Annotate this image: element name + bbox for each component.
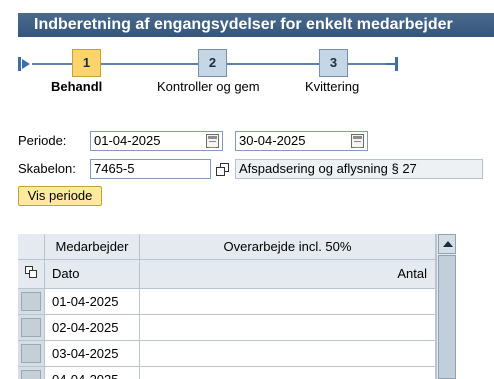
value-help-icon[interactable] xyxy=(216,163,230,177)
roadmap-step-2[interactable]: 2 xyxy=(198,49,227,77)
header-antal: Antal xyxy=(140,260,436,289)
table-row-antal-input[interactable] xyxy=(140,367,436,379)
roadmap-step-1[interactable]: 1 xyxy=(72,49,101,77)
roadmap-start-icon xyxy=(18,57,30,71)
header-medarbejder: Medarbejder xyxy=(45,234,140,260)
periode-from-value: 01-04-2025 xyxy=(94,133,161,148)
table-settings-icon[interactable] xyxy=(25,266,39,280)
periode-to-field[interactable]: 30-04-2025 xyxy=(235,131,368,151)
roadmap-connector xyxy=(227,63,319,65)
periode-from-field[interactable]: 01-04-2025 xyxy=(90,131,223,151)
table-row-dato: 01-04-2025 xyxy=(45,289,140,315)
skabelon-label: Skabelon: xyxy=(18,161,76,176)
header-corner xyxy=(18,234,45,260)
roadmap-connector xyxy=(32,63,72,65)
table-row-dato: 04-04-2025 xyxy=(45,367,140,379)
roadmap-label-behandl: Behandl xyxy=(51,79,103,94)
header-overarbejde: Overarbejde incl. 50% xyxy=(140,234,436,260)
skabelon-field[interactable]: 7465-5 xyxy=(90,159,211,179)
table-row-antal-input[interactable] xyxy=(140,315,436,341)
roadmap-label-kontroller: Kontroller og gem xyxy=(157,79,260,94)
calendar-icon[interactable] xyxy=(351,134,364,148)
roadmap: 1 2 3 Behandl Kontroller og gem Kvitteri… xyxy=(18,42,494,102)
row-selector[interactable] xyxy=(18,341,45,367)
calendar-icon[interactable] xyxy=(206,134,219,148)
skabelon-description-field: Afspadsering og aflysning § 27 xyxy=(235,159,483,179)
periode-label: Periode: xyxy=(18,133,67,148)
scrollbar-thumb[interactable] xyxy=(438,255,456,379)
roadmap-end-icon xyxy=(386,57,398,71)
roadmap-connector xyxy=(348,63,388,65)
roadmap-connector xyxy=(101,63,198,65)
table-scrollbar[interactable] xyxy=(436,234,456,379)
scroll-up-icon[interactable] xyxy=(438,234,456,254)
row-selector[interactable] xyxy=(18,367,45,379)
header-dato: Dato xyxy=(45,260,140,289)
row-selector[interactable] xyxy=(18,289,45,315)
table-settings-cell[interactable] xyxy=(18,260,45,289)
row-selector[interactable] xyxy=(18,315,45,341)
vis-periode-button[interactable]: Vis periode xyxy=(18,186,102,206)
table-row-antal-input[interactable] xyxy=(140,289,436,315)
page-title: Indberetning af engangsydelser for enkel… xyxy=(18,13,494,37)
table-row-dato: 03-04-2025 xyxy=(45,341,140,367)
data-table: Medarbejder Overarbejde incl. 50% Dato A… xyxy=(18,234,456,379)
skabelon-description: Afspadsering og aflysning § 27 xyxy=(239,161,417,176)
table-row-antal-input[interactable] xyxy=(140,341,436,367)
skabelon-value: 7465-5 xyxy=(94,161,135,176)
roadmap-step-3[interactable]: 3 xyxy=(319,49,348,77)
periode-to-value: 30-04-2025 xyxy=(239,133,306,148)
roadmap-label-kvittering: Kvittering xyxy=(305,79,360,94)
table-row-dato: 02-04-2025 xyxy=(45,315,140,341)
